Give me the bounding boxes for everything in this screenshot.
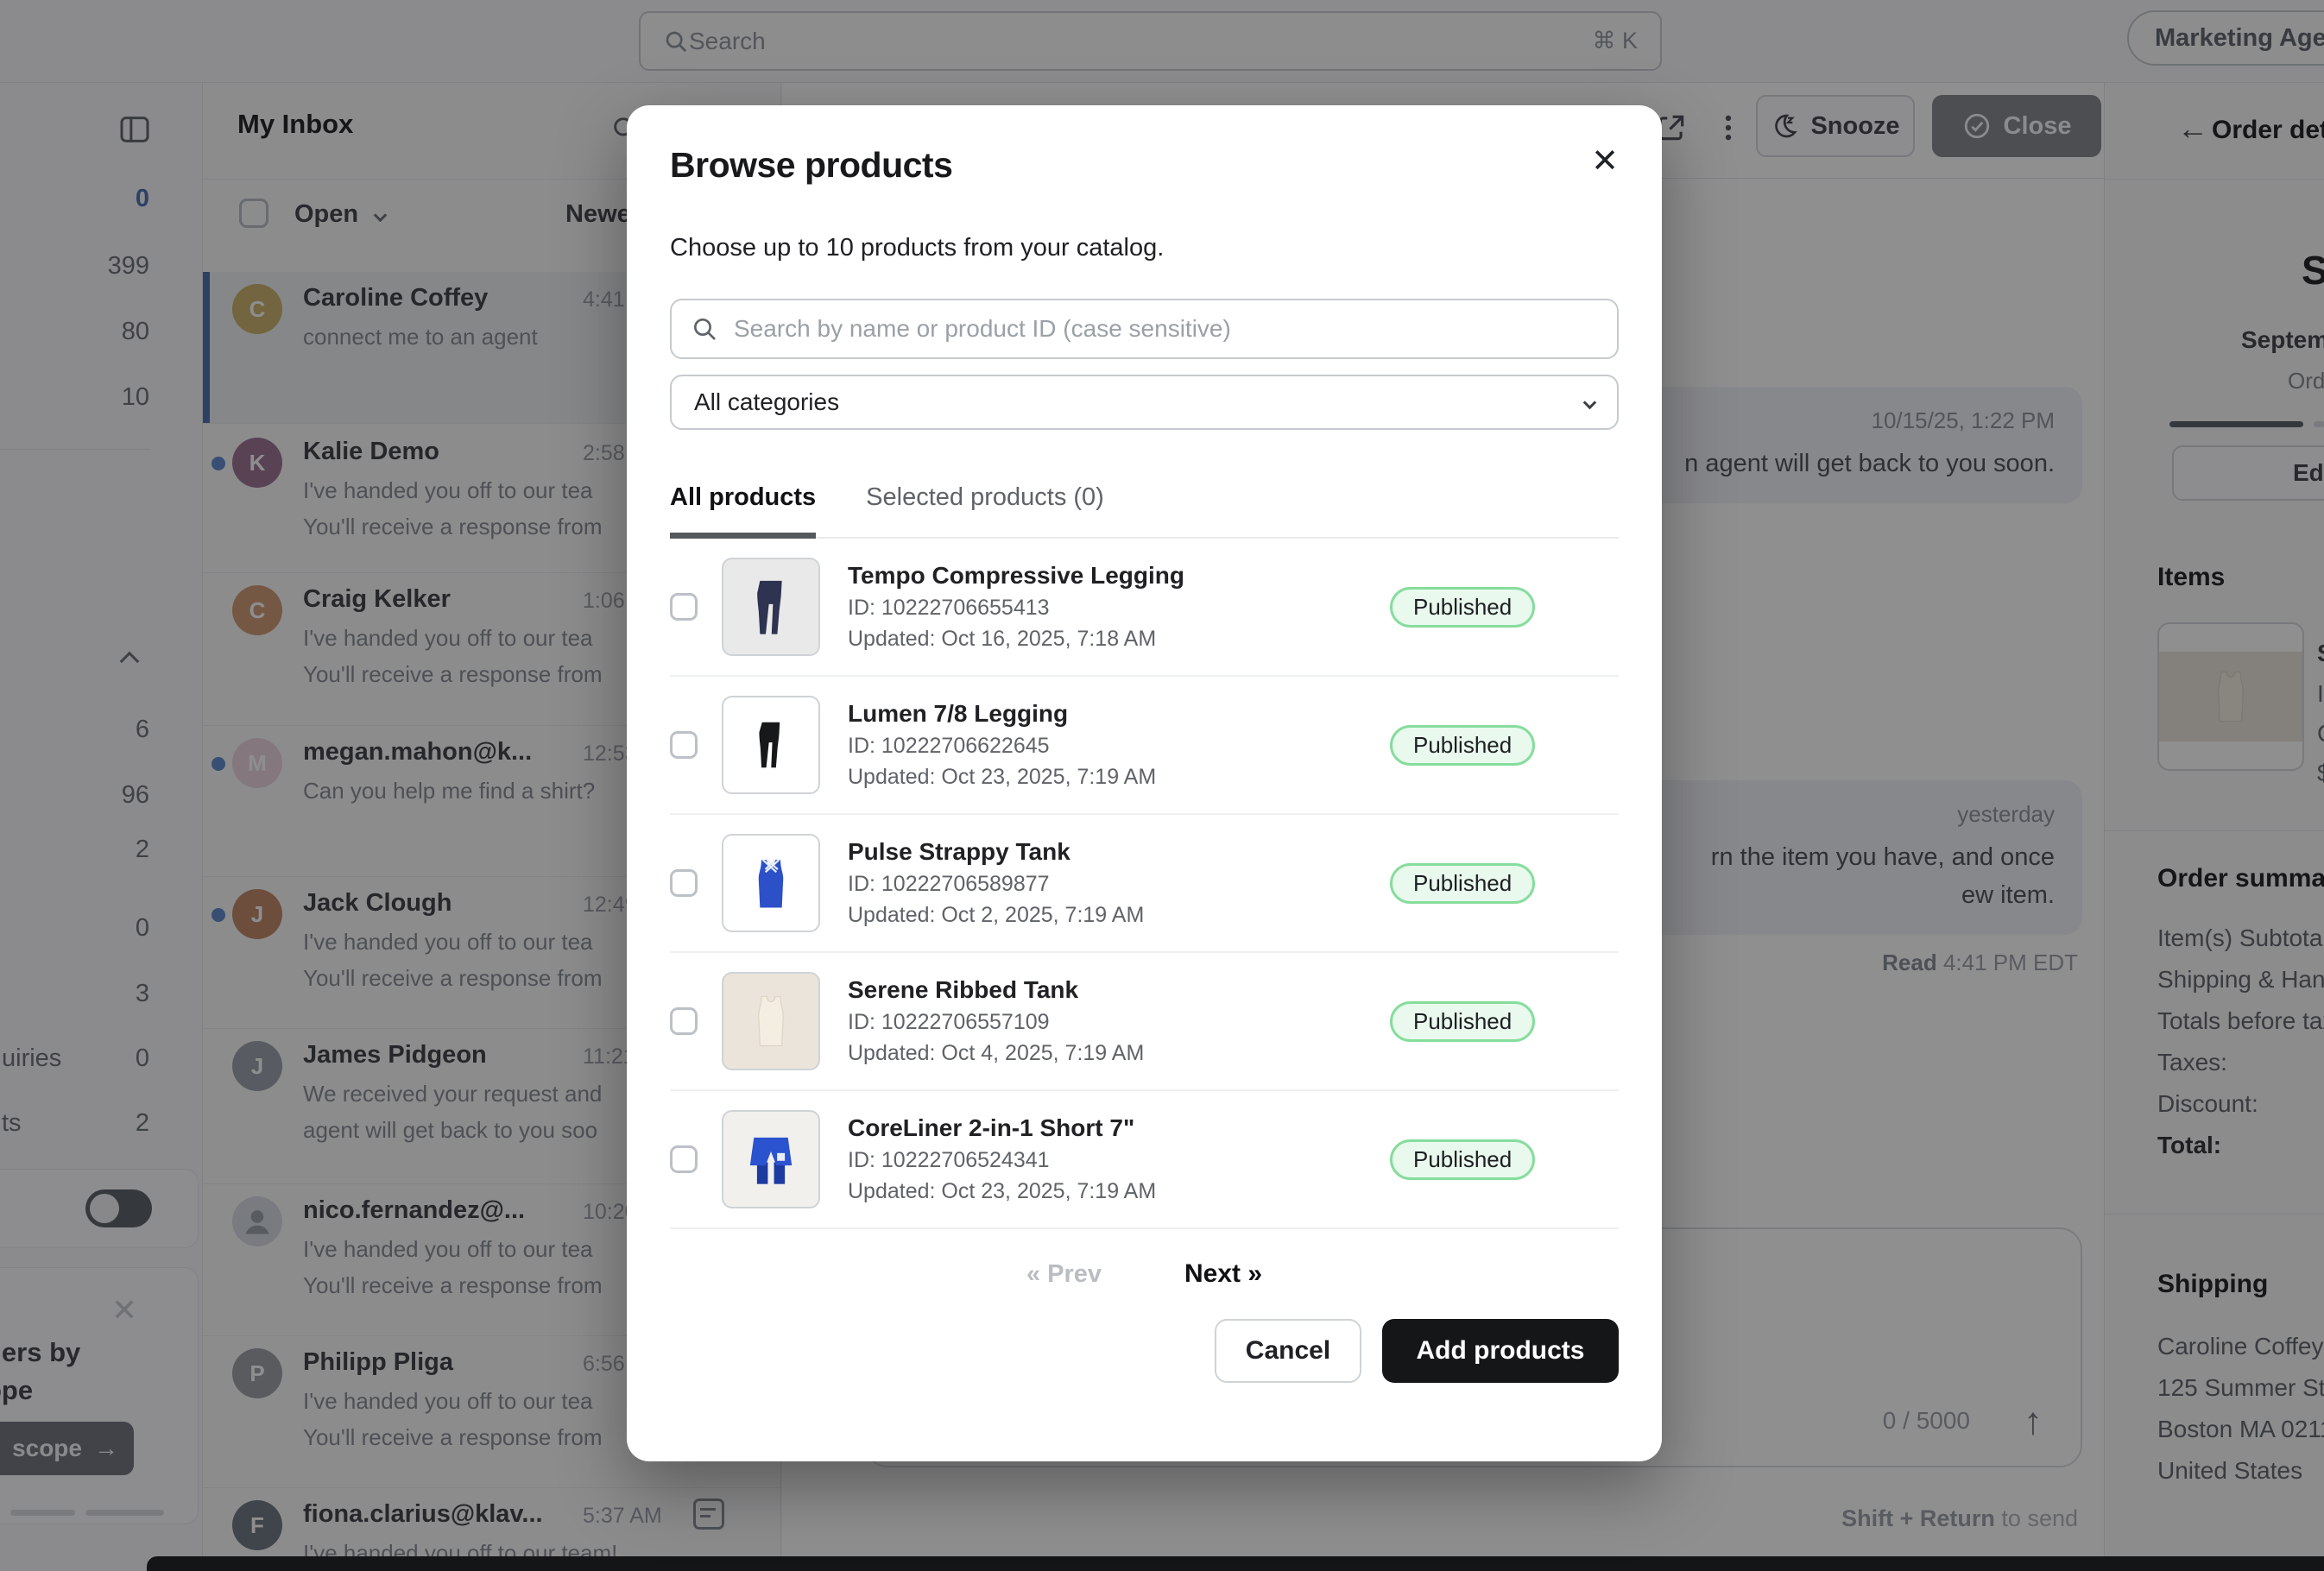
modal-title: Browse products [670, 145, 952, 186]
product-name: Lumen 7/8 Legging [848, 700, 1390, 728]
product-name: Serene Ribbed Tank [848, 976, 1390, 1004]
product-checkbox[interactable] [670, 1145, 698, 1173]
pager-next[interactable]: Next » [1184, 1259, 1262, 1289]
status-badge: Published [1390, 1139, 1535, 1180]
category-select[interactable]: All categories [670, 375, 1619, 430]
product-id: ID: 10222706524341 [848, 1148, 1390, 1173]
category-select-value: All categories [694, 388, 839, 416]
product-checkbox[interactable] [670, 731, 698, 759]
product-row[interactable]: Serene Ribbed Tank ID: 10222706557109 Up… [670, 953, 1619, 1091]
modal-close-icon[interactable]: ✕ [1591, 145, 1619, 178]
status-badge: Published [1390, 725, 1535, 766]
product-image-cream-tank [722, 972, 820, 1070]
product-image-navy-leggings [722, 558, 820, 656]
product-image-blue-shorts [722, 1110, 820, 1208]
product-updated: Updated: Oct 16, 2025, 7:18 AM [848, 627, 1390, 652]
product-updated: Updated: Oct 2, 2025, 7:19 AM [848, 903, 1390, 928]
product-checkbox[interactable] [670, 1007, 698, 1035]
product-name: Tempo Compressive Legging [848, 562, 1390, 590]
product-row[interactable]: Pulse Strappy Tank ID: 10222706589877 Up… [670, 815, 1619, 953]
product-row[interactable]: CoreLiner 2-in-1 Short 7" ID: 1022270652… [670, 1091, 1619, 1229]
product-image-blue-tank [722, 834, 820, 932]
status-badge: Published [1390, 1001, 1535, 1042]
product-updated: Updated: Oct 4, 2025, 7:19 AM [848, 1041, 1390, 1066]
product-name: CoreLiner 2-in-1 Short 7" [848, 1114, 1390, 1142]
product-image-black-leggings [722, 696, 820, 794]
browse-products-modal: Browse products ✕ Choose up to 10 produc… [627, 105, 1662, 1461]
product-updated: Updated: Oct 23, 2025, 7:19 AM [848, 1179, 1390, 1204]
search-icon [691, 315, 718, 343]
product-row[interactable]: Tempo Compressive Legging ID: 1022270665… [670, 539, 1619, 677]
status-badge: Published [1390, 587, 1535, 628]
add-products-button[interactable]: Add products [1382, 1319, 1619, 1383]
product-name: Pulse Strappy Tank [848, 838, 1390, 866]
product-search[interactable] [670, 299, 1619, 359]
product-id: ID: 10222706589877 [848, 872, 1390, 897]
product-updated: Updated: Oct 23, 2025, 7:19 AM [848, 765, 1390, 790]
product-checkbox[interactable] [670, 593, 698, 621]
modal-subtitle: Choose up to 10 products from your catal… [670, 234, 1619, 262]
pager-prev[interactable]: « Prev [1026, 1260, 1102, 1289]
cancel-button[interactable]: Cancel [1215, 1319, 1361, 1383]
product-id: ID: 10222706655413 [848, 596, 1390, 621]
status-badge: Published [1390, 863, 1535, 904]
tab-all-products[interactable]: All products [670, 483, 816, 539]
modal-tabs: All products Selected products (0) [670, 483, 1619, 539]
chevron-down-icon [1583, 395, 1597, 409]
tab-selected-products[interactable]: Selected products (0) [866, 483, 1104, 537]
product-id: ID: 10222706622645 [848, 734, 1390, 759]
product-checkbox[interactable] [670, 869, 698, 897]
product-row[interactable]: Lumen 7/8 Legging ID: 10222706622645 Upd… [670, 677, 1619, 815]
product-id: ID: 10222706557109 [848, 1010, 1390, 1035]
product-search-input[interactable] [734, 315, 1598, 343]
